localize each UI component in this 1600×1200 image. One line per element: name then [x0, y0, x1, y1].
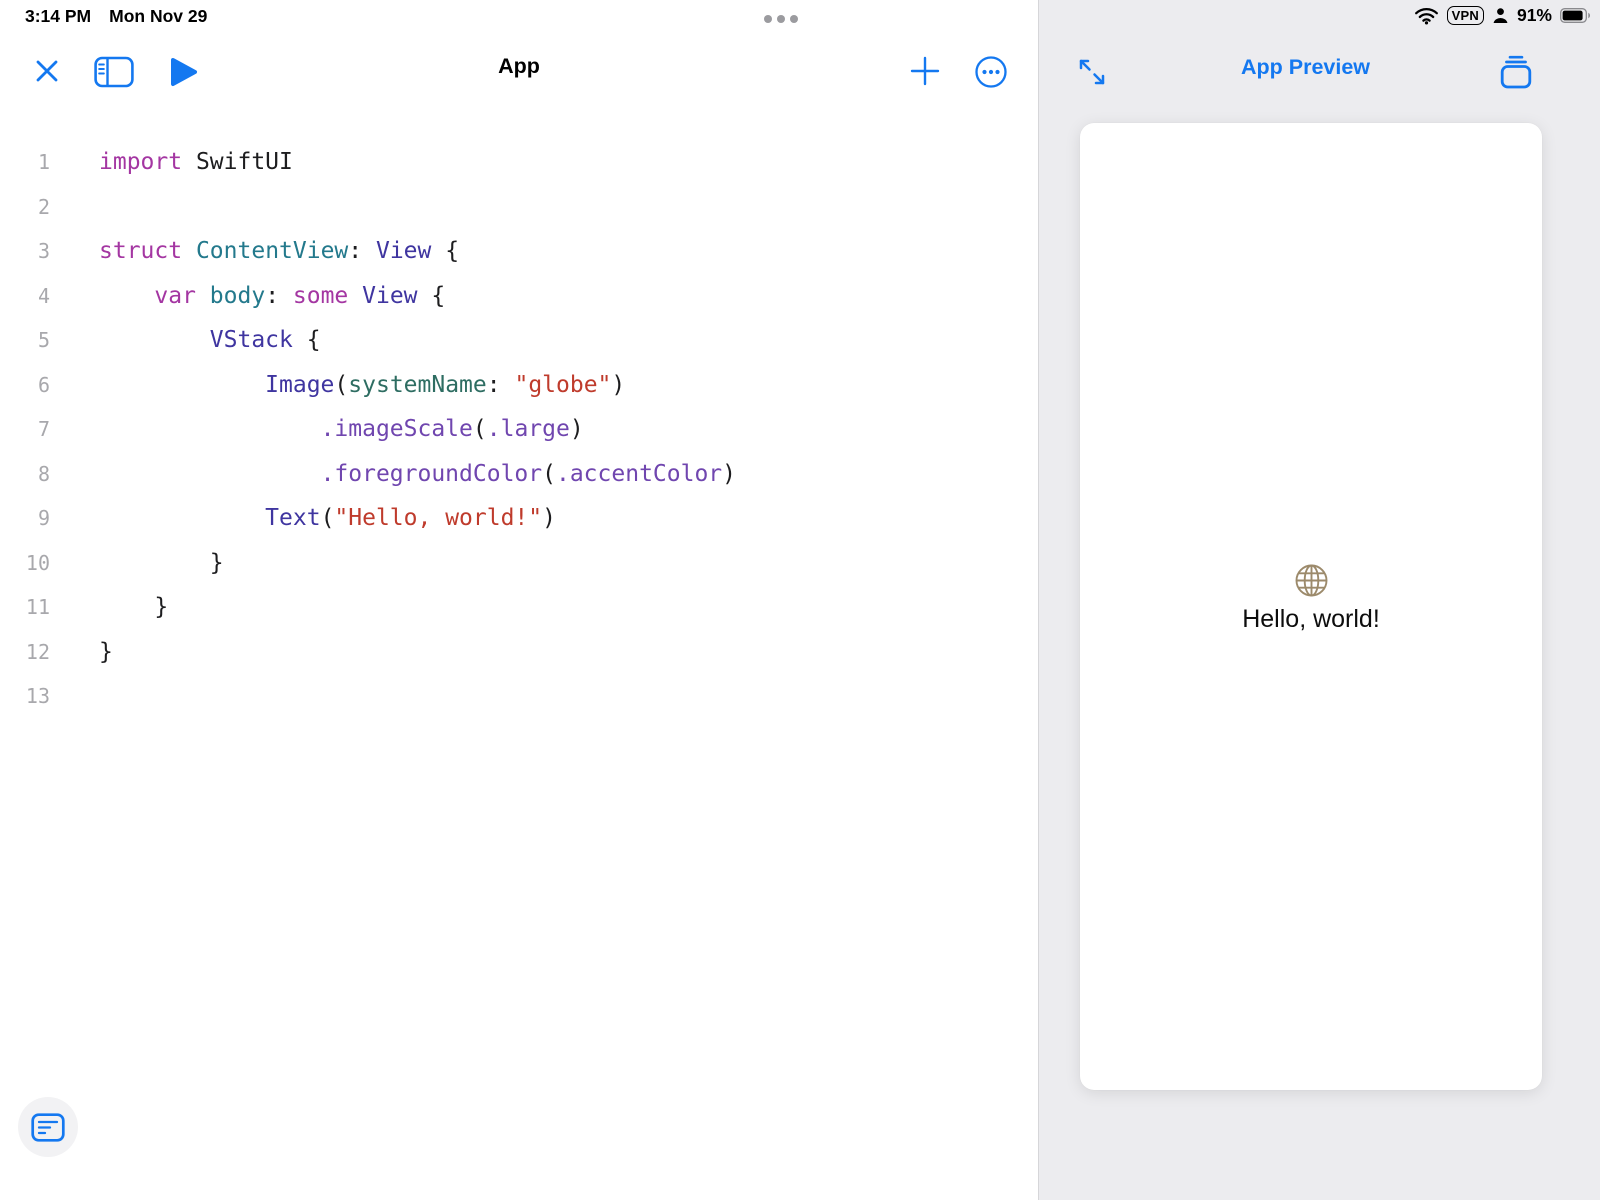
more-options-button[interactable] [973, 55, 1009, 89]
add-icon [910, 56, 940, 86]
code-text: var body: some View { [154, 282, 446, 309]
globe-icon [1295, 564, 1327, 596]
app-preview-card: Hello, world! [1080, 123, 1542, 1090]
drag-handle-icon [764, 15, 772, 23]
battery-percent: 91% [1516, 5, 1552, 25]
code-text: .foregroundColor(.accentColor) [320, 460, 737, 487]
code-text: struct ContentView: View { [99, 238, 460, 264]
preview-toolbar: App Preview [1039, 42, 1600, 98]
app-gallery-button[interactable] [1497, 54, 1535, 90]
code-line[interactable]: 13 [0, 674, 1038, 719]
wifi-icon [1414, 7, 1438, 24]
line-number: 5 [37, 328, 50, 352]
code-line[interactable]: 7 .imageScale(.large) [0, 407, 1038, 452]
app-preview-pane: VPN 91% App Preview Hello, world! [1038, 0, 1600, 1200]
code-line[interactable]: 9 Text("Hello, world!") [0, 496, 1038, 541]
code-line[interactable]: 6 Image(systemName: "globe") [0, 363, 1038, 408]
document-title: App [498, 54, 540, 78]
code-text: } [99, 549, 224, 576]
code-editor[interactable]: 1 import SwiftUI 2 3 struct ContentView: Vie… [0, 140, 1038, 719]
code-line[interactable]: 11 } [0, 585, 1038, 630]
hello-world-text: Hello, world! [1242, 604, 1380, 633]
code-line[interactable]: 1 import SwiftUI [0, 140, 1038, 185]
code-text: .imageScale(.large) [320, 416, 584, 442]
battery-icon [1560, 8, 1590, 23]
code-line[interactable]: 8 .foregroundColor(.accentColor) [0, 452, 1038, 497]
code-text: Text("Hello, world!") [265, 505, 556, 531]
code-text: import SwiftUI [99, 149, 293, 175]
code-text: VStack { [209, 327, 321, 353]
line-number: 3 [37, 239, 50, 263]
code-line[interactable]: 2 [0, 185, 1038, 230]
editor-toolbar: App [0, 42, 1038, 98]
preview-title: App Preview [1240, 55, 1371, 79]
line-number: 8 [37, 461, 50, 486]
running-app-content: Hello, world! [1242, 560, 1380, 634]
vpn-badge: VPN [1446, 6, 1484, 25]
code-line[interactable]: 12} [0, 630, 1038, 675]
code-line[interactable]: 5 VStack { [0, 318, 1038, 363]
console-icon [31, 1112, 65, 1142]
swift-playgrounds-window: 3:14 PM Mon Nov 29 App 1 import SwiftUI … [0, 0, 1600, 1200]
code-line[interactable]: 3 struct ContentView: View { [0, 229, 1038, 274]
line-number: 4 [37, 283, 50, 308]
add-button[interactable] [909, 55, 941, 87]
line-number: 6 [37, 372, 50, 397]
console-button[interactable] [18, 1097, 78, 1157]
user-icon [1493, 8, 1508, 23]
status-bar-left: 3:14 PM Mon Nov 29 [25, 6, 207, 27]
line-number: 11 [25, 595, 50, 619]
window-drag-handle[interactable] [764, 15, 798, 23]
line-number: 9 [37, 506, 50, 530]
code-text: } [99, 594, 169, 620]
more-icon [975, 56, 1007, 88]
line-number: 10 [25, 550, 50, 575]
code-editor-pane: 3:14 PM Mon Nov 29 App 1 import SwiftUI … [0, 0, 1038, 1200]
clock-time: 3:14 PM [25, 6, 92, 26]
code-line[interactable]: 10 } [0, 541, 1038, 586]
code-line[interactable]: 4 var body: some View { [0, 274, 1038, 319]
status-date: Mon Nov 29 [109, 6, 208, 26]
line-number: 1 [37, 150, 50, 174]
drag-handle-icon [777, 15, 785, 23]
line-number: 2 [37, 194, 50, 219]
app-gallery-icon [1500, 55, 1532, 89]
code-text: Image(systemName: "globe") [265, 371, 626, 398]
drag-handle-icon [790, 15, 798, 23]
code-text: } [99, 638, 113, 665]
line-number: 7 [37, 417, 50, 441]
status-bar-right: VPN 91% [1414, 5, 1590, 26]
line-number: 12 [25, 639, 50, 664]
line-number: 13 [25, 684, 50, 708]
